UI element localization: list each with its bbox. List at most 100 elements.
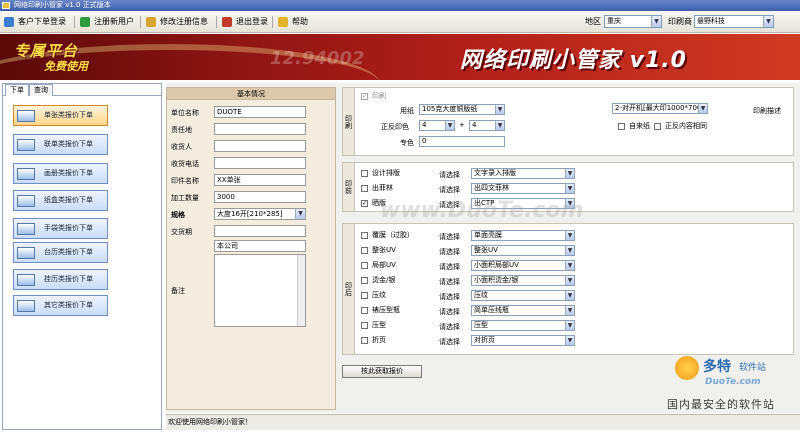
front-color-select[interactable]: 4 ▼ bbox=[419, 120, 455, 131]
full-uv-checkbox[interactable]: 整张UV bbox=[361, 246, 396, 255]
postpress-group: 印后 覆膜（过胶） 请选择 单面亮膜 ▼ 整张UV 请选择 整张UV ▼ 局部UV … bbox=[342, 223, 794, 355]
film-checkbox[interactable]: 出菲林 bbox=[361, 184, 393, 193]
chevron-down-icon: ▼ bbox=[565, 231, 574, 240]
window-title: 网络印刷小管家 v1.0 正式版本 bbox=[14, 1, 111, 9]
tab-query[interactable]: 查询 bbox=[29, 84, 53, 96]
sidebar-item-wall-calendar[interactable]: 挂历类报价下单 bbox=[13, 269, 108, 290]
remark-scrollbar[interactable] bbox=[297, 255, 305, 326]
foil-checkbox[interactable]: 烫金/银 bbox=[361, 276, 395, 285]
delivery-date-input[interactable] bbox=[214, 225, 306, 237]
design-checkbox[interactable]: 设计排版 bbox=[361, 169, 400, 178]
edit-icon bbox=[146, 17, 156, 27]
chevron-down-icon: ▼ bbox=[565, 321, 574, 330]
receiver-phone-input[interactable] bbox=[214, 157, 306, 169]
get-quote-button[interactable]: 核此获取报价 bbox=[342, 365, 422, 378]
chevron-down-icon: ▼ bbox=[565, 291, 574, 300]
checkbox-checked-icon: ✓ bbox=[361, 93, 368, 100]
sidebar-item-bag[interactable]: 手袋类报价下单 bbox=[13, 218, 108, 239]
field-label: 收货人 bbox=[171, 143, 192, 151]
logout-icon bbox=[222, 17, 232, 27]
spec-label: 规格 bbox=[171, 211, 185, 219]
address-input[interactable] bbox=[214, 123, 306, 135]
full-uv-select[interactable]: 整张UV ▼ bbox=[471, 245, 575, 256]
checkbox-icon bbox=[361, 185, 368, 192]
emboss-select[interactable]: 压纹 ▼ bbox=[471, 290, 575, 301]
remark-textarea[interactable] bbox=[214, 254, 306, 327]
checkbox-icon bbox=[361, 322, 368, 329]
fold-checkbox[interactable]: 折页 bbox=[361, 336, 386, 345]
checkbox-icon bbox=[361, 292, 368, 299]
sidebar: 下单 查询 单张类报价下单 联单类报价下单 画册类报价下单 纸盒类报价下单 手袋… bbox=[2, 83, 162, 430]
chevron-down-icon: ▼ bbox=[445, 121, 454, 130]
document-icon bbox=[17, 223, 35, 235]
job-name-input[interactable]: XX单张 bbox=[214, 174, 306, 186]
printer-select[interactable]: 悬野科技 ▼ bbox=[694, 15, 774, 28]
die-cut-select[interactable]: 简单压线瓶 ▼ bbox=[471, 305, 575, 316]
select-prompt: 请选择 bbox=[439, 233, 460, 241]
back-color-select[interactable]: 4 ▼ bbox=[469, 120, 505, 131]
own-paper-checkbox[interactable]: 自来纸 bbox=[618, 122, 650, 131]
status-bar: 欢迎使用网络印刷小管家！ bbox=[166, 414, 800, 430]
toolbar-divider bbox=[216, 16, 217, 28]
help-button[interactable]: 帮助 bbox=[278, 15, 308, 29]
company-input[interactable]: DUOTE bbox=[214, 106, 306, 118]
receiver-input[interactable] bbox=[214, 140, 306, 152]
chevron-down-icon: ▼ bbox=[495, 121, 504, 130]
sidebar-item-single-sheet[interactable]: 单张类报价下单 bbox=[13, 105, 108, 126]
document-icon bbox=[17, 247, 35, 259]
sidebar-item-box[interactable]: 纸盒类报价下单 bbox=[13, 190, 108, 211]
fold-select[interactable]: 对折页 ▼ bbox=[471, 335, 575, 346]
film-select[interactable]: 出四文菲林 ▼ bbox=[471, 183, 575, 194]
chevron-down-icon: ▼ bbox=[565, 276, 574, 285]
design-select[interactable]: 文字录入排版 ▼ bbox=[471, 168, 575, 179]
chevron-down-icon: ▼ bbox=[565, 246, 574, 255]
sidebar-item-other[interactable]: 其它类报价下单 bbox=[13, 295, 108, 316]
chevron-down-icon: ▼ bbox=[565, 169, 574, 178]
region-select[interactable]: 重庆 ▼ bbox=[604, 15, 662, 28]
chevron-down-icon: ▼ bbox=[565, 261, 574, 270]
laminate-checkbox[interactable]: 覆膜（过胶） bbox=[361, 231, 414, 240]
edit-profile-button[interactable]: 修改注册信息 bbox=[146, 15, 208, 29]
banner-title: 网络印刷小管家 v1.0 bbox=[460, 48, 687, 73]
checkbox-icon bbox=[361, 337, 368, 344]
sidebar-item-brochure[interactable]: 画册类报价下单 bbox=[13, 163, 108, 184]
checkbox-icon bbox=[361, 262, 368, 269]
die-cut-checkbox[interactable]: 裱压型瓶 bbox=[361, 306, 400, 315]
print-desc-label: 印刷描述 bbox=[753, 107, 781, 115]
login-button[interactable]: 客户下单登录 bbox=[4, 15, 66, 29]
logout-button[interactable]: 退出登录 bbox=[222, 15, 268, 29]
sidebar-tabs: 下单 查询 bbox=[3, 84, 161, 96]
same-content-checkbox[interactable]: 正反内容相同 bbox=[654, 122, 707, 131]
document-icon bbox=[17, 168, 35, 180]
spot-color-input[interactable]: 0 bbox=[419, 136, 505, 147]
quantity-input[interactable]: 3000 bbox=[214, 191, 306, 203]
paper-select[interactable]: 105克大度铜版纸 ▼ bbox=[419, 104, 505, 115]
spot-uv-select[interactable]: 小面积局部UV ▼ bbox=[471, 260, 575, 271]
delivery-label: 交货期 bbox=[171, 228, 192, 236]
banner-digits: 12.94002 bbox=[270, 48, 365, 69]
checkbox-icon bbox=[361, 247, 368, 254]
press-shape-checkbox[interactable]: 压型 bbox=[361, 321, 386, 330]
watermark-center: www.DuoTe.com bbox=[380, 198, 584, 223]
toolbar-divider bbox=[74, 16, 75, 28]
company-self-input[interactable]: 本公司 bbox=[214, 240, 306, 252]
emboss-checkbox[interactable]: 压纹 bbox=[361, 291, 386, 300]
select-prompt: 请选择 bbox=[439, 293, 460, 301]
spot-uv-checkbox[interactable]: 局部UV bbox=[361, 261, 396, 270]
print-desc-select[interactable]: 2-对开机[最大印1000*700 ▼ bbox=[612, 103, 708, 114]
spec-select[interactable]: 大度16开[210*285] ▼ bbox=[214, 208, 306, 220]
basic-info-panel: 基本情况 单位名称 DUOTE 责任地 收货人 收货电话 印件名称 XX单张 加… bbox=[166, 87, 336, 410]
chevron-down-icon: ▼ bbox=[698, 104, 707, 113]
sidebar-item-desk-calendar[interactable]: 台历类报价下单 bbox=[13, 242, 108, 263]
register-button[interactable]: 注册新用户 bbox=[80, 15, 134, 29]
user-login-icon bbox=[4, 17, 14, 27]
printer-label: 印刷商 bbox=[668, 17, 692, 26]
laminate-select[interactable]: 单面亮膜 ▼ bbox=[471, 230, 575, 241]
tab-order[interactable]: 下单 bbox=[5, 84, 29, 96]
print-checkbox[interactable]: ✓ 印刷 bbox=[361, 92, 386, 101]
plus-sign: + bbox=[459, 121, 465, 129]
checkbox-icon bbox=[618, 123, 625, 130]
press-shape-select[interactable]: 压型 ▼ bbox=[471, 320, 575, 331]
foil-select[interactable]: 小面积烫金/银 ▼ bbox=[471, 275, 575, 286]
sidebar-item-multi-form[interactable]: 联单类报价下单 bbox=[13, 134, 108, 155]
